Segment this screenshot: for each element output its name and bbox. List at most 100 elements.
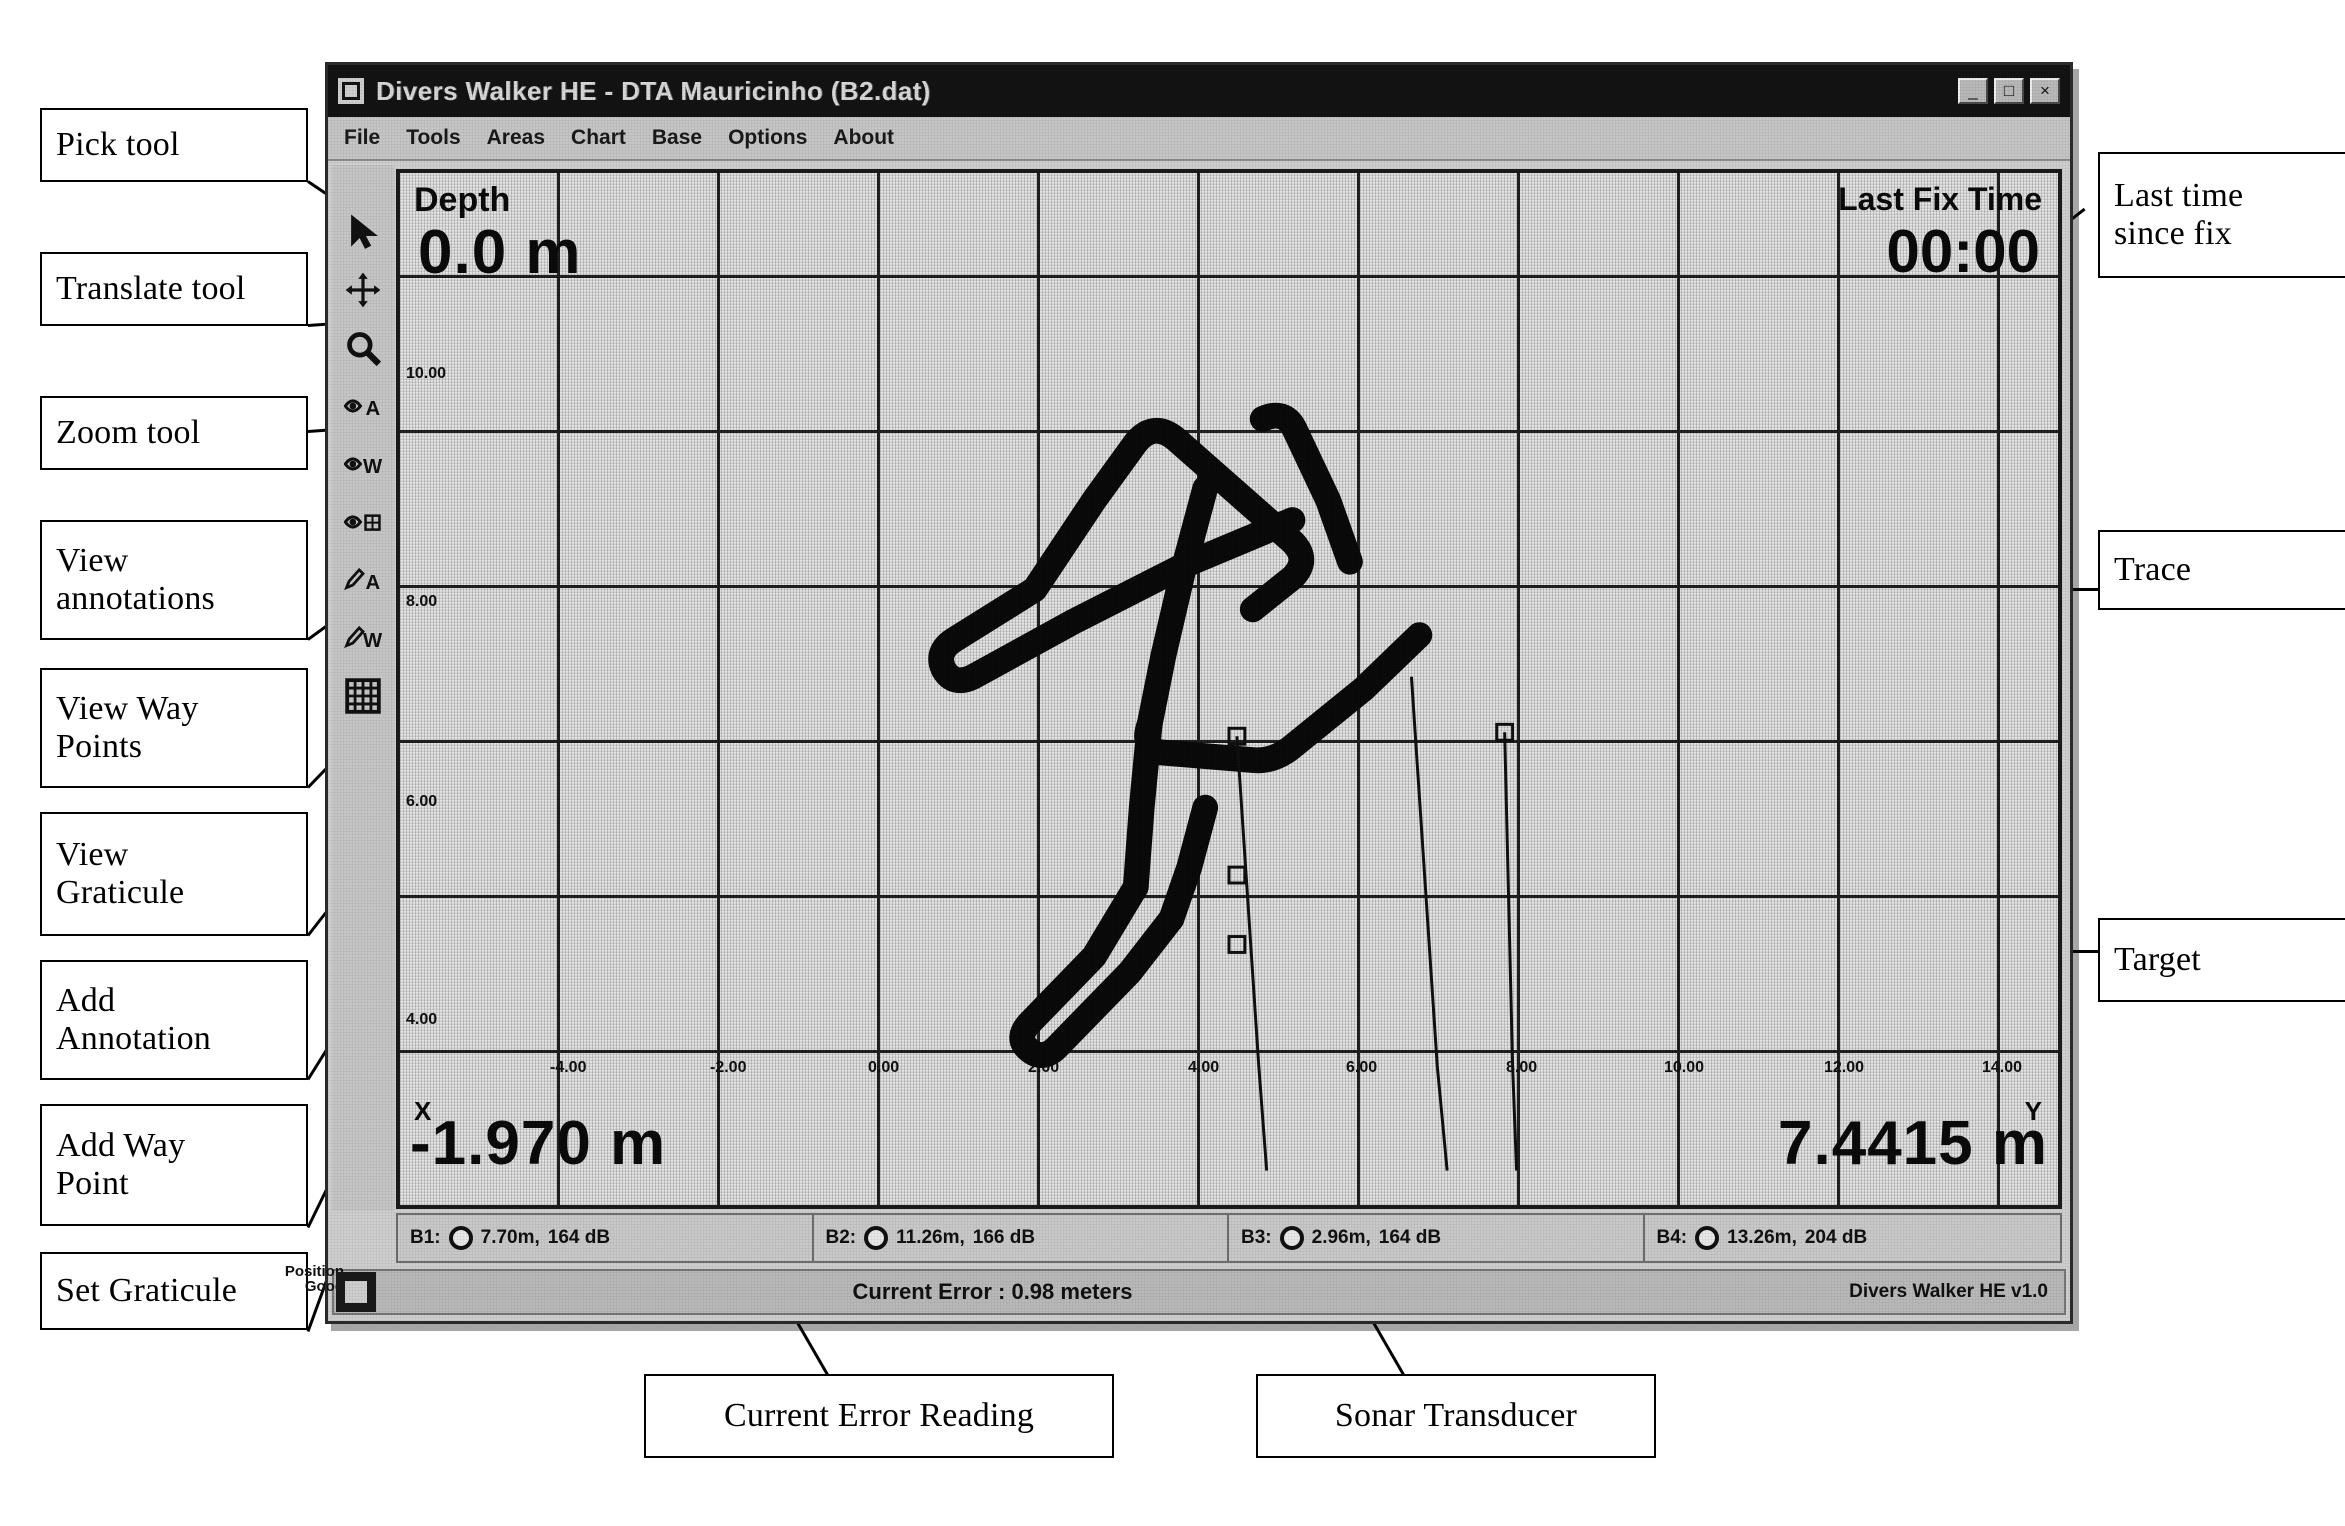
beacon-b1: B1: 7.70m, 164 dB: [398, 1215, 814, 1261]
menu-item-options[interactable]: Options: [728, 126, 807, 150]
target-2: [1495, 722, 1515, 742]
callout-add-way-point-line2: Point: [56, 1165, 129, 1202]
menu-item-base[interactable]: Base: [652, 126, 702, 150]
svg-text:W: W: [363, 630, 382, 652]
callout-view-graticule: View Graticule: [40, 812, 308, 936]
menu-item-about[interactable]: About: [833, 126, 894, 150]
position-quality-label: Position Good: [284, 1262, 344, 1296]
callout-last-time-since-fix: Last time since fix: [2098, 152, 2345, 278]
view-annotations-tool[interactable]: A: [340, 383, 386, 429]
menu-item-chart[interactable]: Chart: [571, 126, 626, 150]
application-window: Divers Walker HE - DTA Mauricinho (B2.da…: [285, 62, 2073, 1324]
title-bar[interactable]: Divers Walker HE - DTA Mauricinho (B2.da…: [328, 65, 2070, 117]
callout-zoom-tool-label: Zoom tool: [56, 413, 201, 451]
eye-letter-a-icon: A: [344, 387, 382, 425]
minimize-button[interactable]: _: [1958, 78, 1988, 104]
beacon-b4-range: 13.26m,: [1727, 1227, 1797, 1248]
callout-pick-tool-label: Pick tool: [56, 125, 180, 163]
window-buttons: _ □ ×: [1958, 78, 2060, 104]
zoom-tool[interactable]: [340, 325, 386, 371]
status-led-icon: [336, 1272, 376, 1312]
callout-view-way-points: View Way Points: [40, 668, 308, 788]
menu-bar: File Tools Areas Chart Base Options Abou…: [328, 117, 2070, 161]
beacon-strip: B1: 7.70m, 164 dB B2: 11.26m, 166 dB B3:…: [396, 1213, 2062, 1263]
menu-item-file[interactable]: File: [344, 126, 380, 150]
callout-last-time-line1: Last time: [2114, 176, 2244, 214]
view-way-points-tool[interactable]: W: [340, 441, 386, 487]
graticule-vertical-lines: [400, 173, 2058, 1205]
depth-label: Depth: [414, 181, 511, 219]
callout-sonar-transducer: Sonar Transducer: [1256, 1374, 1656, 1458]
status-bar: Position Good Current Error : 0.98 meter…: [285, 1263, 2066, 1315]
beacon-b1-range: 7.70m,: [480, 1227, 540, 1248]
y-tick-3: 4.00: [406, 1011, 438, 1028]
beacon-b3-range: 2.96m,: [1311, 1227, 1371, 1248]
x-coordinate-value: -1.970 m: [410, 1109, 667, 1178]
callout-current-error-reading: Current Error Reading: [644, 1374, 1114, 1458]
callout-view-annotations-line1: View: [56, 541, 129, 579]
callout-current-error-label: Current Error Reading: [723, 1396, 1035, 1434]
beacon-b4-status-icon: [1695, 1226, 1720, 1250]
callout-add-way-point: Add Way Point: [40, 1104, 308, 1226]
add-way-point-tool[interactable]: W: [340, 615, 386, 661]
maximize-button[interactable]: □: [1994, 78, 2024, 104]
menu-item-areas[interactable]: Areas: [487, 126, 545, 150]
beacon-b4: B4: 13.26m, 204 dB: [1645, 1215, 2061, 1261]
beacon-b3-status-icon: [1279, 1226, 1304, 1250]
tool-palette: A W A W: [332, 165, 394, 1211]
pick-tool[interactable]: [340, 209, 386, 255]
callout-view-annotations-line2: annotations: [56, 580, 215, 617]
beacon-b2-status-icon: [864, 1226, 889, 1250]
beacon-b3: B3: 2.96m, 164 dB: [1229, 1215, 1645, 1261]
callout-trace: Trace: [2098, 530, 2345, 610]
callout-view-annotations: View annotations: [40, 520, 308, 640]
set-graticule-tool[interactable]: [340, 673, 386, 719]
pencil-letter-w-icon: W: [344, 619, 382, 657]
x-tick-6: 8.00: [1506, 1059, 1538, 1076]
callout-set-graticule: Set Graticule: [40, 1252, 308, 1330]
eye-grid-icon: [344, 503, 382, 541]
callout-view-graticule-line1: View: [56, 835, 129, 873]
callout-add-way-point-line1: Add Way: [56, 1126, 186, 1164]
svg-text:A: A: [366, 572, 381, 594]
beacon-b4-level: 204 dB: [1804, 1227, 1868, 1248]
callout-target-label: Target: [2114, 940, 2201, 978]
beacon-b3-id: B3:: [1241, 1227, 1272, 1248]
beacon-b2-level: 166 dB: [972, 1227, 1036, 1248]
x-tick-3: 2.00: [1028, 1059, 1060, 1076]
x-tick-0: -4.00: [550, 1059, 587, 1076]
window-title: Divers Walker HE - DTA Mauricinho (B2.da…: [376, 75, 931, 106]
y-coordinate-value: 7.4415 m: [1778, 1109, 2048, 1178]
magnifier-icon: [344, 329, 382, 367]
svg-text:A: A: [366, 398, 381, 420]
beacon-b3-level: 164 dB: [1378, 1227, 1442, 1248]
callout-view-graticule-line2: Graticule: [56, 874, 185, 911]
menu-item-tools[interactable]: Tools: [406, 126, 460, 150]
status-version-label: Divers Walker HE v1.0: [1849, 1281, 2048, 1302]
diver-trace: [928, 402, 1433, 1068]
x-tick-5: 6.00: [1346, 1059, 1378, 1076]
x-tick-2: 0.00: [868, 1059, 900, 1076]
pencil-letter-a-icon: A: [344, 561, 382, 599]
view-graticule-tool[interactable]: [340, 499, 386, 545]
beacon-b1-id: B1:: [410, 1227, 441, 1248]
close-button[interactable]: ×: [2030, 78, 2060, 104]
translate-tool[interactable]: [340, 267, 386, 313]
callout-set-graticule-label: Set Graticule: [56, 1271, 238, 1309]
target-1: [1227, 726, 1247, 746]
grid-icon: [344, 677, 382, 715]
sonar-transducer-cable: [1235, 676, 1519, 1171]
callout-target: Target: [2098, 918, 2345, 1002]
callout-translate-tool-label: Translate tool: [56, 269, 246, 307]
beacon-b1-status-icon: [448, 1226, 473, 1250]
callout-last-time-line2: since fix: [2114, 215, 2232, 252]
add-annotation-tool[interactable]: A: [340, 557, 386, 603]
last-fix-time-label: Last Fix Time: [1838, 181, 2042, 217]
callout-view-way-points-line2: Points: [56, 728, 143, 765]
current-error-reading: Current Error : 0.98 meters: [852, 1279, 1133, 1304]
target-4: [1227, 935, 1247, 954]
x-tick-1: -2.00: [710, 1059, 747, 1076]
callout-pick-tool: Pick tool: [40, 108, 308, 182]
y-tick-2: 6.00: [406, 793, 438, 810]
chart-canvas[interactable]: Depth 0.0 m Last Fix Time 00:00 10.00 8.…: [396, 169, 2062, 1209]
